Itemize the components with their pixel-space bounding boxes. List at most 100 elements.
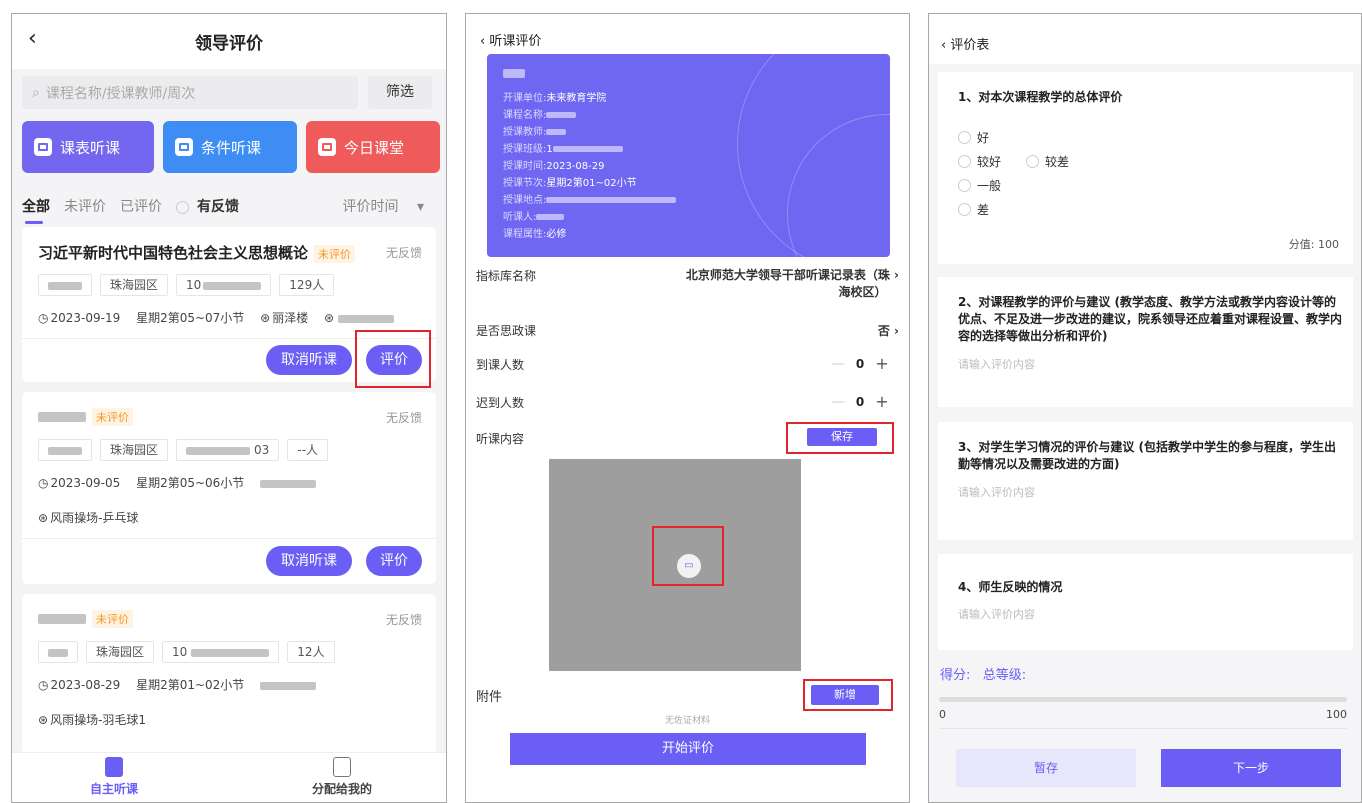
chevron-right-icon: ›: [894, 268, 899, 282]
course-card[interactable]: 未评价 无反馈 珠海园区 10 12人 ◷ 2023-08-29 星期2第01~0…: [22, 594, 436, 754]
cancel-listen-button[interactable]: 取消听课: [266, 345, 352, 375]
info-attr: 课程属性:必修: [503, 229, 567, 240]
checklist-icon: [333, 757, 351, 777]
next-step-button[interactable]: 下一步: [1161, 749, 1341, 787]
answer-input[interactable]: 请输入评价内容: [958, 606, 1035, 622]
no-material-text: 无佐证材料: [664, 716, 710, 726]
status-badge: 未评价: [314, 244, 356, 263]
start-evaluation-button[interactable]: 开始评价: [510, 733, 866, 765]
progress-max: 100: [1326, 708, 1347, 721]
question-title: 4、师生反映的情况: [958, 580, 1063, 594]
arrive-stepper[interactable]: —0 +: [829, 354, 891, 373]
bottom-tabbar: 自主听课 分配给我的: [12, 752, 446, 802]
info-time: 授课时间:2023-08-29: [503, 161, 605, 172]
course-location: ⊛ 风雨操场-乒乓球: [38, 511, 139, 525]
course-period: 星期2第05~07小节: [136, 311, 245, 325]
course-title: 未评价: [38, 407, 133, 426]
radio-icon: [958, 179, 971, 192]
question-4: 4、师生反映的情况 请输入评价内容: [938, 554, 1353, 650]
answer-input[interactable]: 请输入评价内容: [958, 484, 1035, 500]
index-library-row[interactable]: 指标库名称 北京师范大学领导干部听课记录表（珠 › 海校区）: [476, 267, 899, 299]
content-image[interactable]: [549, 459, 801, 671]
clock-icon: ◷: [38, 476, 49, 490]
today-class-button[interactable]: 今日课堂: [306, 121, 440, 173]
count-chip: 129人: [279, 274, 335, 296]
listen-evaluation-screen: ‹ 听课评价 开课单位:未来教育学院 课程名称: 授课教师: 授课班级:1 授课…: [465, 13, 910, 803]
status-badge: 未评价: [92, 609, 133, 628]
class-chip: 10: [176, 274, 272, 296]
radio-icon: [1026, 155, 1039, 168]
option-average[interactable]: 一般: [958, 177, 1001, 194]
radio-icon: [176, 200, 189, 214]
book-icon[interactable]: ▭: [677, 554, 701, 578]
question-title: 2、对课程教学的评价与建议 (教学态度、教学方法或教学内容设计等的优点、不足及进…: [958, 295, 1343, 343]
info-course: 课程名称:: [503, 106, 577, 121]
campus-chip: 珠海园区: [100, 439, 169, 461]
tab-evaluated[interactable]: 已评价: [120, 196, 162, 216]
plus-icon[interactable]: +: [873, 392, 891, 411]
schedule-listen-button[interactable]: 课表听课: [22, 121, 154, 173]
clock-icon: ◷: [38, 311, 49, 325]
tab-assigned[interactable]: 分配给我的: [302, 757, 382, 797]
back-arrow-icon[interactable]: ‹: [480, 34, 489, 49]
answer-input[interactable]: 请输入评价内容: [958, 356, 1035, 372]
filter-button[interactable]: 筛选: [368, 76, 432, 109]
feedback-toggle[interactable]: 有反馈: [176, 196, 239, 216]
page-title: 听课评价: [489, 34, 542, 49]
location-icon: ⊛: [38, 713, 49, 727]
ideology-row[interactable]: 是否思政课 否 ›: [476, 322, 899, 339]
location-icon: ⊛: [38, 511, 49, 525]
back-arrow-icon[interactable]: ‹: [28, 26, 37, 51]
course-title: 习近平新时代中国特色社会主义思想概论 未评价: [38, 242, 356, 263]
course-date: 2023-09-05: [50, 476, 121, 490]
ideology-value: 否 ›: [877, 324, 899, 338]
save-button[interactable]: 保存: [807, 428, 877, 446]
sort-dropdown[interactable]: 评价时间 ▾: [343, 196, 424, 216]
minus-icon[interactable]: —: [829, 356, 847, 372]
course-period: 星期2第05~06小节: [136, 476, 245, 490]
search-placeholder: 课程名称/授课教师/周次: [45, 85, 196, 102]
minus-icon[interactable]: —: [829, 394, 847, 410]
condition-listen-button[interactable]: 条件听课: [163, 121, 297, 173]
index-value: 北京师范大学领导干部听课记录表（珠 › 海校区）: [685, 268, 899, 299]
search-input[interactable]: ⌕ 课程名称/授课教师/周次: [22, 76, 358, 109]
class-chip: 03: [176, 439, 280, 461]
evaluate-button[interactable]: 评价: [366, 345, 422, 375]
course-card[interactable]: 未评价 无反馈 珠海园区 03 --人 ◷ 2023-09-05 星期2第05~0…: [22, 392, 436, 584]
add-attachment-button[interactable]: 新增: [811, 685, 879, 705]
info-listener: 听课人:: [503, 208, 565, 223]
back-arrow-icon[interactable]: ‹: [941, 38, 950, 53]
teacher-chip: [38, 439, 92, 461]
evaluate-button[interactable]: 评价: [366, 546, 422, 576]
course-chips: 珠海园区 03 --人: [38, 439, 336, 461]
page-title: 领导评价: [195, 34, 263, 54]
option-bad[interactable]: 差: [958, 201, 989, 218]
option-poor[interactable]: 较差: [1026, 153, 1069, 170]
option-good[interactable]: 好: [958, 129, 989, 146]
score-progress-bar: [939, 697, 1347, 702]
header: ‹ 听课评价: [480, 30, 541, 49]
info-place: 授课地点:: [503, 191, 677, 206]
late-stepper[interactable]: —0 +: [829, 392, 891, 411]
course-meta: ◷ 2023-09-05 星期2第05~06小节: [38, 474, 317, 491]
tab-self-listen[interactable]: 自主听课: [84, 757, 144, 797]
leader-evaluation-screen: ‹ 领导评价 ⌕ 课程名称/授课教师/周次 筛选 课表听课 条件听课 今日课堂 …: [11, 13, 447, 803]
course-info-card: 开课单位:未来教育学院 课程名称: 授课教师: 授课班级:1 授课时间:2023…: [487, 54, 890, 257]
cancel-listen-button[interactable]: 取消听课: [266, 546, 352, 576]
course-card[interactable]: 习近平新时代中国特色社会主义思想概论 未评价 无反馈 珠海园区 10 129人 ◷…: [22, 227, 436, 382]
tab-unevaluated[interactable]: 未评价: [64, 196, 106, 216]
plus-icon[interactable]: +: [873, 354, 891, 373]
question-3: 3、对学生学习情况的评价与建议 (包括教学中学生的参与程度，学生出勤等情况以及需…: [938, 422, 1353, 540]
tab-all[interactable]: 全部: [22, 196, 50, 224]
temp-save-button[interactable]: 暂存: [956, 749, 1136, 787]
course-meta: ◷ 2023-09-19 星期2第05~07小节 ⊛ 丽泽楼 ⊛: [38, 309, 395, 326]
course-date: 2023-09-19: [50, 311, 121, 325]
question-score: 分值: 100: [1288, 238, 1339, 251]
info-class: 授课班级:1: [503, 140, 623, 155]
header: ‹ 评价表: [929, 14, 1361, 64]
divider: [22, 338, 436, 339]
teacher-chip: [38, 641, 78, 663]
option-fairly-good[interactable]: 较好: [958, 153, 1001, 170]
count-chip: 12人: [287, 641, 335, 663]
camera-icon: [318, 138, 336, 156]
